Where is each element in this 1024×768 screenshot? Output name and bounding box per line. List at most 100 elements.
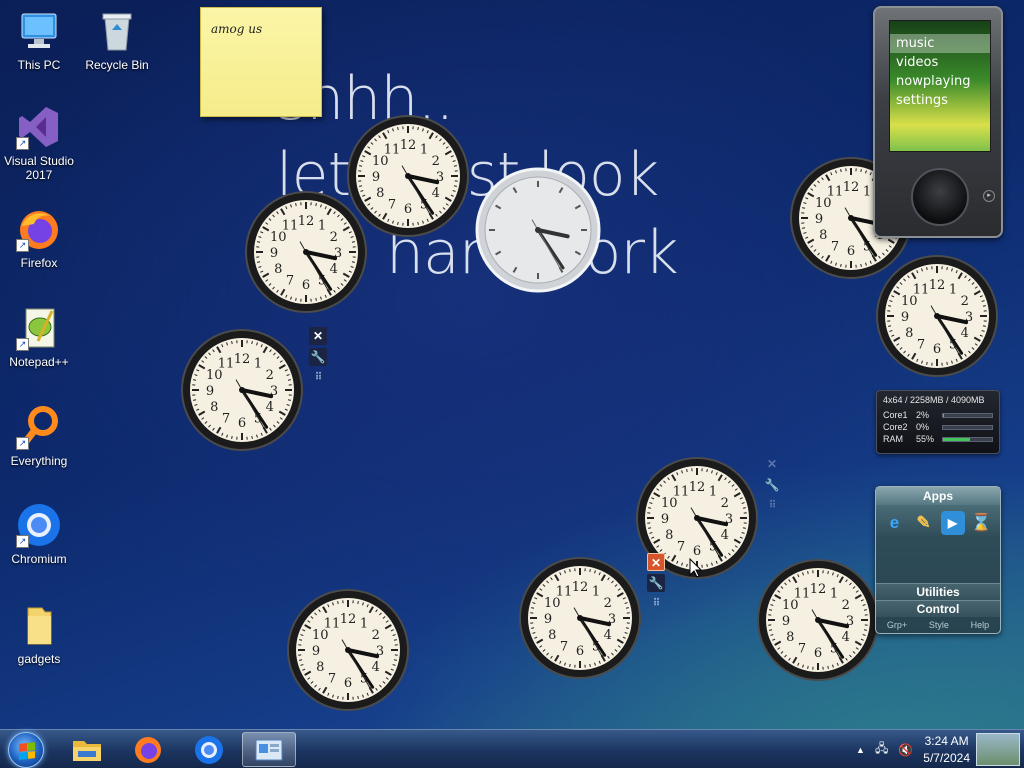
svg-text:7: 7: [560, 640, 568, 655]
cpu-meter-row-name: Core1: [883, 410, 908, 420]
clock-gadget[interactable]: 123456789101112: [286, 588, 410, 717]
svg-text:7: 7: [328, 672, 336, 687]
zune-menu-music[interactable]: music: [890, 34, 990, 53]
clock-gadget[interactable]: 123456789101112: [180, 328, 304, 457]
svg-text:12: 12: [298, 214, 315, 229]
cpu-meter-row-pct: 0%: [916, 422, 930, 432]
desktop-icon-chromium[interactable]: ↗ Chromium: [0, 502, 78, 566]
svg-text:2: 2: [721, 496, 729, 511]
sticky-note-text[interactable]: amog us: [211, 22, 262, 36]
svg-text:11: 11: [282, 218, 299, 233]
hourglass-icon[interactable]: ⌛: [970, 511, 994, 535]
svg-text:11: 11: [913, 282, 930, 297]
windows-logo-icon: [19, 742, 35, 760]
apps-footer-style[interactable]: Style: [929, 620, 949, 630]
svg-text:9: 9: [815, 212, 823, 227]
wrench-icon[interactable]: 🔧: [763, 476, 781, 494]
paint-icon[interactable]: ✎: [912, 511, 936, 535]
firefox-icon: ↗: [16, 206, 62, 252]
desktop-icon-visual-studio[interactable]: ↗ Visual Studio 2017: [0, 104, 78, 182]
clock-face: 123456789101112: [757, 559, 879, 681]
svg-text:4: 4: [721, 528, 729, 543]
taskbar-file-explorer[interactable]: [60, 732, 114, 767]
clock-gadget[interactable]: 123456789101112: [875, 254, 999, 383]
wrench-icon[interactable]: 🔧: [309, 348, 327, 366]
zune-menu-videos[interactable]: videos: [890, 53, 990, 72]
apps-section-control[interactable]: Control: [876, 600, 1000, 617]
taskbar-firefox[interactable]: [121, 732, 175, 767]
zune-screen: music videos nowplaying settings: [889, 20, 991, 152]
network-icon[interactable]: 🖧: [875, 739, 888, 760]
firefox-icon: [135, 736, 161, 763]
taskbar-chromium[interactable]: [182, 732, 236, 767]
svg-text:9: 9: [901, 310, 909, 325]
sticky-note[interactable]: amog us: [200, 7, 322, 117]
desktop-icon-firefox[interactable]: ↗ Firefox: [0, 206, 78, 270]
play-pause-icon[interactable]: ▸: [983, 190, 995, 202]
internet-explorer-icon[interactable]: e: [883, 511, 907, 535]
svg-text:7: 7: [798, 642, 806, 657]
drag-handle-icon[interactable]: ⠿: [763, 497, 781, 515]
control-panel-icon: [255, 739, 283, 760]
svg-text:11: 11: [827, 184, 844, 199]
desktop-icon-label: This PC: [17, 58, 61, 72]
tray-date: 5/7/2024: [923, 750, 970, 765]
desktop-icon-label: Chromium: [11, 552, 67, 566]
clock-gadget-silver[interactable]: [475, 167, 601, 298]
svg-text:9: 9: [372, 170, 380, 185]
clock-gadget[interactable]: 123456789101112: [518, 556, 642, 685]
desktop-icon-notepadpp[interactable]: ↗ Notepad++: [0, 305, 78, 369]
tray-clock[interactable]: 3:24 AM 5/7/2024: [923, 733, 970, 767]
media-player-icon[interactable]: ▶: [940, 511, 965, 535]
close-icon[interactable]: ✕: [647, 553, 665, 571]
svg-text:1: 1: [709, 484, 717, 499]
show-desktop-button[interactable]: [976, 733, 1020, 766]
svg-text:6: 6: [238, 416, 246, 431]
zune-gadget[interactable]: music videos nowplaying settings ▸: [873, 6, 1003, 238]
volume-muted-icon[interactable]: 🔇: [898, 743, 913, 757]
desktop-icon-everything[interactable]: ↗ Everything: [0, 404, 78, 468]
svg-text:8: 8: [819, 228, 827, 243]
svg-text:4: 4: [961, 326, 969, 341]
cpu-meter-bar: [942, 424, 993, 430]
desktop-icon-label: Everything: [10, 454, 68, 468]
svg-text:2: 2: [266, 368, 274, 383]
svg-text:6: 6: [404, 202, 412, 217]
apps-footer-help[interactable]: Help: [971, 620, 990, 630]
close-icon[interactable]: ✕: [309, 327, 327, 345]
svg-text:11: 11: [794, 586, 811, 601]
apps-section-utilities[interactable]: Utilities: [876, 583, 1000, 600]
desktop-icon-gadgets[interactable]: gadgets: [0, 602, 78, 666]
zune-menu-nowplaying[interactable]: nowplaying: [890, 72, 990, 91]
desktop-icon-this-pc[interactable]: This PC: [0, 8, 78, 72]
cpu-meter-row-name: RAM: [883, 434, 903, 444]
taskbar: ▲ 🖧 🔇 3:24 AM 5/7/2024: [0, 729, 1024, 768]
apps-gadget[interactable]: Apps e ✎ ▶ ⌛ Utilities Control Grp+ Styl…: [875, 486, 1001, 634]
tray-expand-icon[interactable]: ▲: [856, 745, 865, 755]
drag-handle-icon[interactable]: ⠿: [309, 369, 327, 387]
desktop-icon-recycle-bin[interactable]: Recycle Bin: [78, 8, 156, 72]
svg-text:2: 2: [432, 154, 440, 169]
svg-text:9: 9: [270, 246, 278, 261]
chromium-icon: [195, 735, 223, 764]
svg-text:6: 6: [847, 244, 855, 259]
apps-footer-grp[interactable]: Grp+: [887, 620, 907, 630]
cpu-meter-gadget[interactable]: 4x64 / 2258MB / 4090MB Core1 2% Core2 0%…: [876, 390, 1000, 454]
svg-text:6: 6: [814, 646, 822, 661]
zune-menu-settings[interactable]: settings: [890, 91, 990, 110]
svg-text:9: 9: [544, 612, 552, 627]
close-icon[interactable]: ✕: [763, 455, 781, 473]
svg-text:7: 7: [831, 240, 839, 255]
apps-gadget-title[interactable]: Apps: [876, 487, 1000, 505]
zune-pad[interactable]: [911, 168, 969, 226]
wrench-icon[interactable]: 🔧: [647, 574, 665, 592]
svg-text:12: 12: [689, 480, 706, 495]
start-button[interactable]: [8, 732, 44, 768]
taskbar-control-panel[interactable]: [242, 732, 296, 767]
system-tray: ▲ 🖧 🔇 3:24 AM 5/7/2024: [856, 730, 970, 768]
clock-gadget[interactable]: 123456789101112: [756, 558, 880, 687]
svg-text:9: 9: [312, 644, 320, 659]
svg-text:11: 11: [673, 484, 690, 499]
drag-handle-icon[interactable]: ⠿: [647, 595, 665, 613]
clock-gadget[interactable]: 123456789101112: [244, 190, 368, 319]
